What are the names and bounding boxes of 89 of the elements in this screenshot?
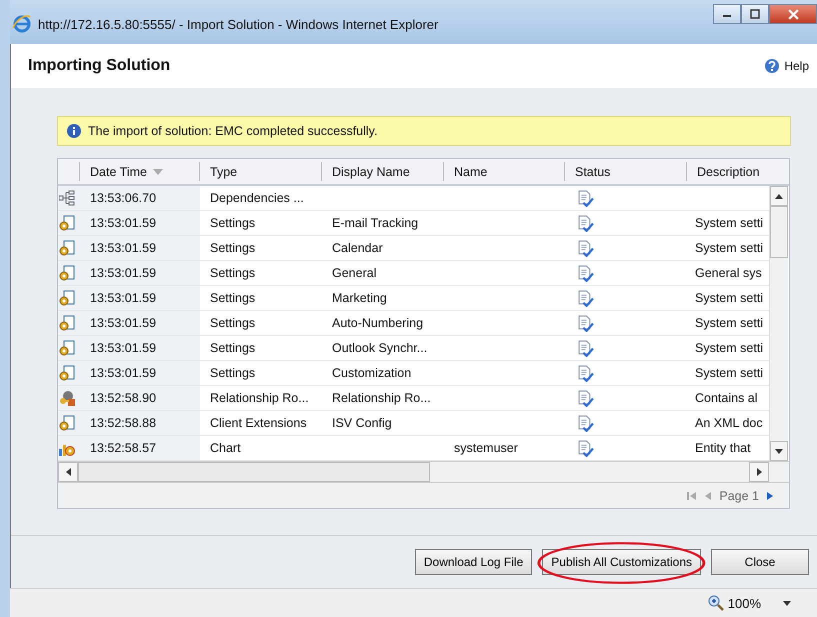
type-cell-text: Settings (209, 365, 256, 382)
type-cell-text: Settings (209, 265, 256, 282)
scrollbar-thumb[interactable] (770, 206, 788, 258)
column-header[interactable]: Display Name (322, 162, 444, 181)
document-check-icon (577, 440, 594, 456)
scrollbar-thumb[interactable] (78, 462, 430, 482)
close-window-button[interactable] (769, 4, 817, 24)
display-name-cell: E-mail Tracking (332, 216, 418, 230)
dialog-button[interactable]: Download Log File (414, 549, 532, 575)
document-check-icon (577, 414, 594, 432)
description-cell: System setti (695, 291, 764, 305)
description-cell: System setti (695, 216, 764, 230)
date-time-cell: 13:53:06.70 (80, 186, 200, 210)
column-header[interactable]: Type (200, 162, 322, 181)
document-check-icon (577, 214, 594, 232)
type-cell-text: Settings (209, 315, 256, 332)
type-cell-text: Settings (209, 240, 256, 257)
document-check-icon (577, 340, 594, 356)
name-cell: systemuser (454, 441, 518, 455)
document-check-icon (577, 390, 594, 406)
type-cell-text: Client Extensions (209, 415, 308, 432)
help-icon (764, 58, 780, 74)
display-name-cell: Relationship Ro... (332, 391, 431, 405)
date-time-cell: 13:52:58.88 (80, 411, 200, 435)
vertical-scrollbar[interactable] (769, 186, 788, 461)
description-cell: Entity that (695, 441, 751, 455)
maximize-icon (750, 9, 760, 19)
date-time-cell: 13:52:58.90 (80, 386, 200, 410)
type-cell-text: Chart (209, 440, 242, 457)
document-check-icon (577, 314, 594, 332)
dialog-button[interactable]: Close (711, 549, 809, 575)
window-title: http://172.16.5.80:5555/ - Import Solution - Windows Internet Explorer (38, 16, 440, 32)
date-time-cell: 13:53:01.59 (80, 311, 200, 335)
zoom-icon[interactable] (708, 595, 724, 611)
date-time-cell: 13:53:01.59 (80, 336, 200, 360)
column-header[interactable]: Name (444, 162, 565, 181)
dropdown-caret-icon[interactable] (783, 600, 791, 606)
date-time-cell: 13:53:01.59 (80, 261, 200, 285)
display-name-cell: Customization (332, 366, 412, 380)
scroll-right-icon (756, 468, 762, 476)
display-name-cell: Calendar (332, 241, 383, 255)
type-cell-text: Dependencies ... (209, 190, 305, 207)
hierarchy-icon (59, 190, 75, 206)
display-name-cell: Marketing (332, 291, 387, 305)
description-cell: System setti (695, 341, 764, 355)
description-cell: System setti (695, 316, 764, 330)
help-link[interactable]: Help (784, 59, 809, 73)
document-check-icon (577, 190, 594, 206)
browser-logo-icon (12, 14, 32, 34)
type-cell-text: Relationship Ro... (209, 390, 310, 407)
close-icon (788, 8, 798, 20)
display-name-cell: ISV Config (332, 416, 392, 430)
column-header[interactable]: Description (687, 162, 787, 181)
description-cell: Contains al (695, 391, 758, 405)
description-cell: System setti (695, 241, 764, 255)
display-name-cell: Auto-Numbering (332, 316, 424, 330)
dialog-title: Importing Solution (28, 57, 172, 75)
date-time-cell: 13:53:01.59 (80, 211, 200, 235)
scroll-down-icon (775, 448, 783, 454)
display-name-cell: Outlook Synchr... (332, 341, 428, 355)
document-check-icon (577, 264, 594, 282)
horizontal-scrollbar[interactable] (58, 461, 789, 482)
zoom-level[interactable]: 100% (728, 596, 761, 610)
type-cell-text: Settings (209, 340, 256, 357)
date-time-cell: 13:53:01.59 (80, 286, 200, 310)
next-page-icon[interactable] (765, 490, 775, 500)
description-cell: An XML doc (695, 416, 763, 430)
date-time-cell: 13:53:01.59 (80, 236, 200, 260)
description-cell: General sys (695, 266, 762, 280)
scroll-left-icon (66, 468, 70, 476)
maximize-button[interactable] (741, 4, 769, 24)
key-gear-icon (59, 390, 75, 406)
description-cell: System setti (695, 366, 764, 380)
document-check-icon (577, 290, 594, 306)
scroll-up-icon (775, 194, 783, 198)
page-indicator: Page 1 (719, 488, 759, 502)
dialog-button[interactable]: Publish All Customizations (542, 549, 701, 575)
column-header[interactable]: Status (565, 162, 687, 181)
display-name-cell: General (332, 266, 376, 280)
type-cell-text: Settings (209, 290, 256, 307)
column-header[interactable]: Date Time (80, 162, 200, 181)
date-time-cell: 13:52:58.57 (80, 436, 200, 460)
info-icon (66, 123, 82, 139)
document-check-icon (577, 240, 594, 256)
document-check-icon (577, 364, 594, 382)
notice-text: The import of solution: EMC completed successfully. (88, 124, 378, 138)
minimize-button[interactable] (713, 4, 741, 24)
date-time-cell: 13:53:01.59 (80, 361, 200, 385)
type-cell-text: Settings (209, 215, 256, 232)
